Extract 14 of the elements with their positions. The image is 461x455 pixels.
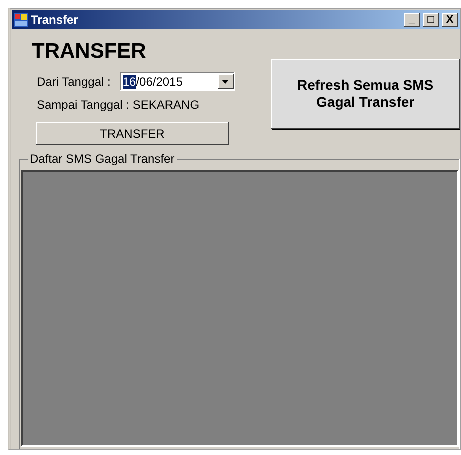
app-icon — [14, 12, 28, 26]
minimize-button[interactable]: _ — [404, 12, 420, 26]
to-date-label: Sampai Tanggal : SEKARANG — [37, 98, 200, 112]
caret-icon — [222, 80, 230, 84]
refresh-button[interactable]: Refresh Semua SMS Gagal Transfer — [271, 59, 460, 129]
maximize-button[interactable]: □ — [423, 12, 439, 26]
group-title: Daftar SMS Gagal Transfer — [28, 152, 177, 166]
window-title: Transfer — [31, 12, 80, 26]
close-button[interactable]: X — [442, 12, 458, 26]
transfer-button[interactable]: TRANSFER — [36, 122, 229, 145]
from-date-label: Dari Tanggal : — [37, 74, 111, 88]
dropdown-button[interactable] — [218, 74, 234, 89]
page-heading: TRANSFER — [32, 40, 148, 64]
date-picker[interactable]: 16/06/2015 — [120, 72, 235, 91]
